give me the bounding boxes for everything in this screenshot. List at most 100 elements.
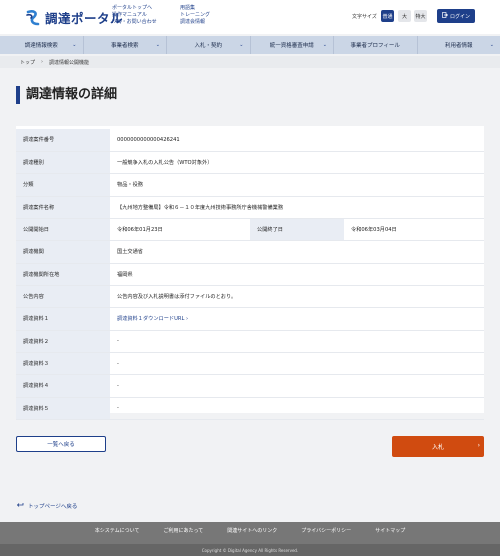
nav-business-profile[interactable]: 事業者プロフィール — [334, 36, 418, 54]
header-links-1: ポータルトップへ 操作マニュアル FAQ・お問い合わせ — [112, 5, 157, 26]
breadcrumb: トップ › 調達情報公開機能 — [0, 56, 500, 68]
nav-business-search[interactable]: 事業者検索 ⌄ — [84, 36, 167, 54]
chevron-down-icon: ⌄ — [489, 42, 494, 48]
row-label: 調達案件番号 — [16, 129, 110, 152]
top-link-label: トップページへ戻る — [28, 504, 78, 510]
table-row: 調達資料２- — [16, 330, 484, 353]
row-label: 分類 — [16, 173, 110, 197]
chevron-down-icon: ⌄ — [239, 42, 244, 48]
breadcrumb-separator-icon: › — [41, 59, 44, 65]
detail-table: 調達案件番号 0000000000000426241 調達種別 一般競争入札の入札公… — [16, 129, 484, 420]
download-link[interactable]: 調達資料１ダウンロードURL — [117, 316, 184, 322]
table-row: 調達機関 国土交通省 — [16, 240, 484, 264]
row-label: 公開終了日 — [250, 218, 344, 242]
chevron-right-icon: › — [477, 442, 480, 449]
font-size-large-button[interactable]: 大 — [398, 10, 411, 22]
chevron-down-icon: ⌄ — [72, 42, 77, 48]
row-value: 物品・役務 — [110, 173, 484, 197]
page-title: 調達情報の詳細 — [26, 87, 118, 102]
external-link-icon: › — [186, 316, 189, 323]
site-header: 調達ポータル ポータルトップへ 操作マニュアル FAQ・お問い合わせ 用語集 ト… — [0, 0, 500, 34]
row-value: 令和06年01月23日 — [110, 218, 250, 242]
row-label: 公開開始日 — [16, 218, 110, 242]
row-value: - — [110, 352, 484, 376]
row-label: 調達資料３ — [16, 352, 110, 376]
detail-card: 調達案件番号 0000000000000426241 調達種別 一般競争入札の入札公… — [16, 126, 484, 420]
footer-link-sitemap[interactable]: サイトマップ — [375, 527, 405, 534]
footer-links: 本システムについて ご利用にあたって 関連サイトへのリンク プライバシーポリシー… — [0, 527, 500, 534]
link-training[interactable]: トレーニング — [180, 12, 210, 19]
nav-bid-contract[interactable]: 入札・契約 ⌄ — [167, 36, 251, 54]
link-manual[interactable]: 操作マニュアル — [112, 12, 157, 19]
table-row: 調達機関所在地 福岡県 — [16, 263, 484, 286]
nav-label: 統一資格審査申請 — [269, 43, 314, 49]
bid-button[interactable]: 入札 › — [392, 436, 484, 457]
font-size-normal-button[interactable]: 普通 — [381, 10, 394, 22]
login-button[interactable]: ログイン — [437, 9, 475, 23]
footer-link-related[interactable]: 関連サイトへのリンク — [227, 527, 277, 534]
footer-link-usage[interactable]: ご利用にあたって — [164, 527, 204, 534]
nav-label: 利用者情報 — [444, 43, 473, 49]
row-label: 調達資料５ — [16, 397, 110, 420]
row-label: 調達案件名称 — [16, 196, 110, 219]
link-procurement-info[interactable]: 調達会情報 — [180, 19, 210, 26]
title-accent-bar — [16, 86, 20, 104]
chevron-down-icon: ⌄ — [155, 42, 160, 48]
font-size-label: 文字サイズ — [352, 14, 377, 20]
nav-label: 事業者プロフィール — [350, 43, 400, 49]
row-value: 0000000000000426241 — [110, 129, 484, 152]
nav-label: 入札・契約 — [194, 43, 222, 49]
row-label: 調達資料２ — [16, 330, 110, 353]
row-value: - — [110, 330, 484, 353]
row-label: 調達資料１ — [16, 307, 110, 331]
row-value: - — [110, 374, 484, 398]
footer-link-about[interactable]: 本システムについて — [95, 527, 140, 534]
bid-label: 入札 — [431, 444, 444, 451]
row-value: 令和06年03月04日 — [344, 218, 484, 242]
return-arrow-icon — [16, 502, 24, 510]
portal-logo[interactable]: 調達ポータル — [24, 8, 123, 27]
login-label: ログイン — [449, 13, 470, 20]
table-row: 公告内容 公告内容及び入札説明書は添付ファイルのとおり。 — [16, 285, 484, 309]
link-portal-top[interactable]: ポータルトップへ — [112, 5, 157, 12]
row-label: 公告内容 — [16, 285, 110, 309]
copyright: Copyright © Digital Agency All Rights Re… — [0, 544, 500, 556]
nav-procurement-search[interactable]: 調達情報検索 ⌄ — [0, 36, 84, 54]
login-icon — [442, 12, 448, 20]
link-glossary[interactable]: 用語集 — [180, 5, 210, 12]
row-value: - — [110, 397, 484, 420]
nav-user-info[interactable]: 利用者情報 ⌄ — [418, 36, 500, 54]
row-label: 調達機関所在地 — [16, 263, 110, 286]
table-row: 調達種別 一般競争入札の入札公告（WTO対象外） — [16, 151, 484, 175]
back-to-top-link[interactable]: トップページへ戻る — [16, 502, 77, 510]
main-nav: 調達情報検索 ⌄ 事業者検索 ⌄ 入札・契約 ⌄ 統一資格審査申請 ⌄ 事業者プロフィー… — [0, 36, 500, 54]
logo-mark-icon — [24, 9, 42, 27]
footer-link-privacy[interactable]: プライバシーポリシー — [301, 527, 351, 534]
font-size-xlarge-button[interactable]: 特大 — [414, 10, 427, 22]
breadcrumb-current: 調達情報公開機能 — [49, 59, 90, 66]
row-value: 福岡県 — [110, 263, 484, 286]
table-row: 調達案件番号 0000000000000426241 — [16, 129, 484, 152]
nav-qualification[interactable]: 統一資格審査申請 ⌄ — [251, 36, 334, 54]
row-value: 一般競争入札の入札公告（WTO対象外） — [110, 151, 484, 175]
table-row: 調達案件名称 【九州地方整備局】令和６－１０年度九州技術事務所庁舎機械警備業務 — [16, 196, 484, 219]
row-value: 調達資料１ダウンロードURL › — [110, 307, 484, 331]
header-links-2: 用語集 トレーニング 調達会情報 — [180, 5, 210, 26]
table-row: 調達資料３- — [16, 352, 484, 376]
table-row: 調達資料４- — [16, 374, 484, 398]
table-row: 調達資料１ 調達資料１ダウンロードURL › — [16, 307, 484, 331]
row-value: 【九州地方整備局】令和６－１０年度九州技術事務所庁舎機械警備業務 — [110, 196, 484, 219]
nav-label: 事業者検索 — [110, 43, 139, 49]
row-value: 国土交通省 — [110, 240, 484, 264]
table-row: 調達資料５- — [16, 397, 484, 420]
back-to-list-button[interactable]: 一覧へ戻る — [16, 436, 106, 452]
link-faq[interactable]: FAQ・お問い合わせ — [112, 19, 157, 26]
row-label: 調達種別 — [16, 151, 110, 175]
table-row: 公開開始日 令和06年01月23日 公開終了日 令和06年03月04日 — [16, 218, 484, 242]
breadcrumb-home[interactable]: トップ — [20, 59, 35, 66]
nav-label: 調達情報検索 — [24, 43, 58, 49]
table-row: 分類 物品・役務 — [16, 173, 484, 197]
row-value: 公告内容及び入札説明書は添付ファイルのとおり。 — [110, 285, 484, 309]
row-label: 調達資料４ — [16, 374, 110, 398]
chevron-down-icon: ⌄ — [322, 42, 327, 48]
